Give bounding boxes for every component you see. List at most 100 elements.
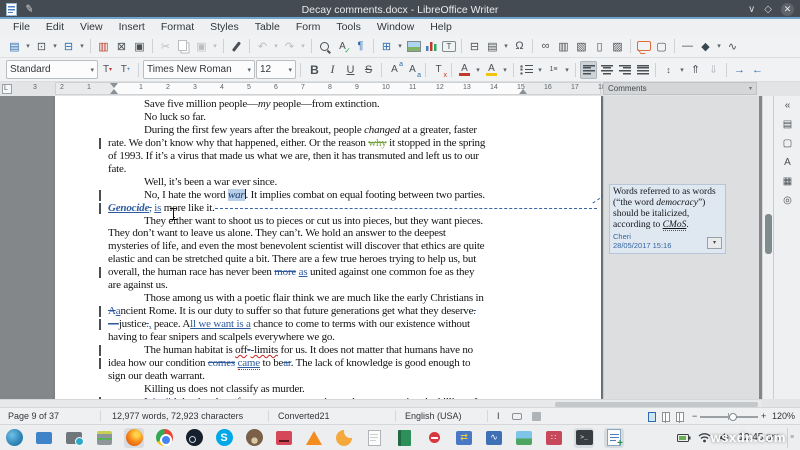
zoom-out-button[interactable]: −	[692, 411, 697, 421]
document-line[interactable]: Those among us with a poetic flair think…	[144, 292, 484, 305]
align-left-button[interactable]	[580, 60, 597, 79]
clear-formatting-button[interactable]: T	[430, 61, 447, 79]
insert-endnote-button[interactable]: ▧	[573, 37, 590, 55]
page-break-button[interactable]: ⊟	[466, 37, 483, 55]
taskbar-vlc[interactable]	[304, 428, 324, 448]
minimize-button[interactable]: ∨	[748, 4, 755, 15]
taskbar-libreoffice-writer-task[interactable]	[604, 427, 624, 449]
subscript-button[interactable]: A	[404, 61, 421, 79]
multi-page-view-button[interactable]	[662, 411, 670, 423]
vertical-scrollbar[interactable]	[762, 96, 773, 399]
taskbar-display-settings[interactable]	[64, 428, 84, 448]
sidebar-settings-icon[interactable]: «	[778, 98, 797, 113]
highlight-color-dropdown[interactable]: ▾	[501, 61, 509, 79]
open-dropdown[interactable]: ▾	[51, 37, 59, 55]
taskbar-system-monitor[interactable]: ∿	[484, 428, 504, 448]
freeform-line-button[interactable]: ∿	[724, 37, 741, 55]
menu-help[interactable]: Help	[423, 20, 459, 34]
redo-dropdown[interactable]: ▾	[299, 37, 307, 55]
redo-button[interactable]: ↷	[281, 37, 298, 55]
horizontal-scrollbar-handle[interactable]	[555, 401, 758, 407]
font-size-combobox[interactable]: 12 ▾	[256, 60, 296, 79]
menu-window[interactable]: Window	[370, 20, 421, 34]
basic-shapes-dropdown[interactable]: ▾	[715, 37, 723, 55]
decrease-paragraph-spacing-button[interactable]: ⇓	[705, 61, 722, 79]
basic-shapes-button[interactable]: ◆	[697, 37, 714, 55]
taskbar-orange-moon-app[interactable]	[334, 428, 354, 448]
document-line[interactable]: of 1993. If it’s a virus that made us wh…	[108, 150, 479, 163]
highlight-color-button[interactable]: A	[483, 61, 500, 79]
maximize-button[interactable]: ◇	[764, 4, 772, 15]
insert-textbox-button[interactable]: T	[442, 40, 456, 52]
taskbar-text-document[interactable]	[364, 428, 384, 448]
export-pdf-button[interactable]: ▥	[95, 37, 112, 55]
document-line[interactable]: They don’t want to leave us alone. They …	[108, 227, 446, 240]
insert-footnote-button[interactable]: ▥	[555, 37, 572, 55]
paste-dropdown[interactable]: ▾	[211, 37, 219, 55]
document-line[interactable]: sign our death warrant.	[108, 370, 205, 383]
increase-indent-button[interactable]: →	[731, 61, 748, 79]
page-deck-icon[interactable]: ▢	[778, 136, 797, 151]
insert-table-button[interactable]: ⊞	[378, 37, 395, 55]
taskbar-terminal[interactable]: >_	[574, 427, 594, 448]
insert-cross-reference-button[interactable]: ▨	[609, 37, 626, 55]
taskbar-gimp[interactable]	[244, 428, 264, 448]
battery-icon[interactable]	[677, 432, 691, 444]
navigator-deck-icon[interactable]: ◎	[778, 193, 797, 208]
undo-dropdown[interactable]: ▾	[272, 37, 280, 55]
taskbar-notification-badge[interactable]	[424, 428, 444, 448]
document-line[interactable]: —justice., peace. All we want is a chanc…	[108, 318, 470, 331]
document-line[interactable]: Well, it’s been a war ever since.	[144, 176, 277, 189]
document-line[interactable]: Killing us does not classify as murder.	[144, 383, 305, 396]
language-status[interactable]: English (USA)	[405, 411, 462, 421]
page-number-status[interactable]: Page 9 of 37	[8, 411, 59, 421]
insert-field-button[interactable]: ▤	[484, 37, 501, 55]
document-line[interactable]: No luck so far.	[144, 111, 206, 124]
update-style-button[interactable]: T ▾	[99, 61, 116, 79]
book-view-button[interactable]	[676, 411, 684, 423]
decrease-indent-button[interactable]: ←	[749, 61, 766, 79]
first-line-indent-marker[interactable]	[110, 83, 118, 88]
menu-tools[interactable]: Tools	[329, 20, 368, 34]
taskbar-green-book-app[interactable]	[394, 428, 414, 448]
taskbar-chrome[interactable]	[154, 428, 174, 448]
underline-button[interactable]: U	[342, 61, 359, 79]
taskbar-image-viewer[interactable]	[514, 428, 534, 448]
menu-edit[interactable]: Edit	[39, 20, 71, 34]
document-line[interactable]: No, I hate the word war. It implies comb…	[144, 189, 485, 202]
cut-button[interactable]: ✂	[157, 37, 174, 55]
selection-mode-icon[interactable]	[512, 413, 522, 420]
font-color-dropdown[interactable]: ▾	[474, 61, 482, 79]
horizontal-ruler[interactable]: 3 2 1 1 2 3 4 5 6 7 8 9 10 11 12 13 14 15 16 17 18	[33, 82, 606, 95]
formatting-marks-button[interactable]: ¶	[352, 37, 369, 55]
taskbar-skype[interactable]: S	[214, 428, 234, 448]
insert-line-button[interactable]: —	[679, 37, 696, 55]
insert-field-dropdown[interactable]: ▾	[502, 37, 510, 55]
menu-format[interactable]: Format	[154, 20, 201, 34]
insert-chart-button[interactable]	[423, 37, 440, 55]
vertical-scrollbar-handle[interactable]	[765, 214, 772, 254]
comment-menu-button[interactable]: ▾	[707, 237, 722, 249]
menu-form[interactable]: Form	[289, 20, 328, 34]
find-replace-button[interactable]	[316, 37, 333, 55]
paragraph-style-combobox[interactable]: Standard ▾	[6, 60, 98, 79]
print-preview-button[interactable]: ▣	[131, 37, 148, 55]
open-button[interactable]: ⊡	[33, 37, 50, 55]
page-style-status[interactable]: Converted21	[278, 411, 330, 421]
horizontal-scrollbar[interactable]	[0, 399, 762, 407]
taskbar-virtualization-app[interactable]: ⇄	[454, 428, 474, 448]
save-dropdown[interactable]: ▾	[78, 37, 86, 55]
save-button[interactable]: ⊟	[60, 37, 77, 55]
word-count-status[interactable]: 12,977 words, 72,923 characters	[112, 411, 243, 421]
line-spacing-dropdown[interactable]: ▾	[678, 61, 686, 79]
undo-button[interactable]: ↶	[254, 37, 271, 55]
zoom-level[interactable]: 120%	[772, 411, 795, 421]
document-page[interactable]: somehow find the cure.Save five million …	[55, 96, 601, 399]
new-document-dropdown[interactable]: ▾	[24, 37, 32, 55]
taskbar-firefox[interactable]	[124, 427, 144, 448]
insert-hyperlink-button[interactable]: ∞	[537, 37, 554, 55]
bold-button[interactable]: B	[306, 61, 323, 79]
document-line[interactable]: rate. We don’t know why that happened, e…	[108, 137, 485, 150]
single-page-view-button[interactable]	[648, 411, 656, 422]
comment-box[interactable]: Words referred to as words (“the word de…	[609, 184, 726, 254]
